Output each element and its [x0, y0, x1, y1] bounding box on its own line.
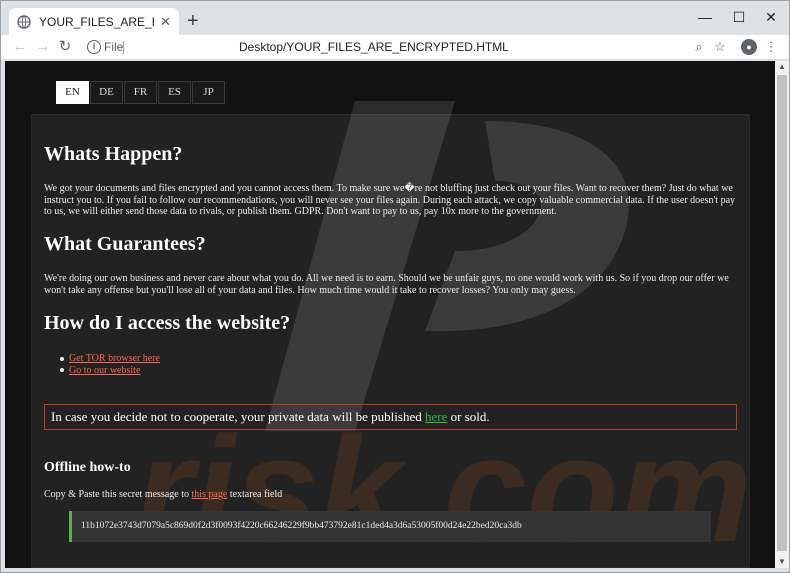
copy-instructions: Copy & Paste this secret message to this…	[44, 489, 282, 500]
scroll-up-arrow-icon[interactable]: ▲	[775, 61, 789, 73]
profile-avatar-icon[interactable]: ●	[741, 39, 757, 55]
back-arrow-icon[interactable]: ←	[11, 38, 29, 56]
copy-text-start: Copy & Paste this secret message to	[44, 489, 192, 500]
list-item: Get TOR browser here	[60, 353, 160, 365]
access-links-list: Get TOR browser here Go to our website	[60, 353, 160, 376]
heading-whats-happen: Whats Happen?	[44, 143, 183, 165]
publish-warning-box: In case you decide not to cooperate, you…	[44, 404, 737, 430]
bullet-icon	[60, 368, 64, 373]
globe-icon	[17, 14, 31, 29]
address-scheme: File	[104, 40, 124, 54]
forward-arrow-icon[interactable]: →	[34, 38, 52, 56]
browser-toolbar: ← → ↻ i File Desktop/YOUR_FILES_ARE_ENCR…	[1, 35, 789, 60]
bullet-icon	[60, 356, 64, 361]
zoom-icon[interactable]: ⌕	[691, 39, 707, 55]
secret-message-block[interactable]: 11b1072e3743d7079a5c869d0f2d3f0093f4220c…	[69, 511, 711, 542]
language-selector: EN DE FR ES JP	[56, 81, 226, 104]
published-data-link[interactable]: here	[425, 409, 447, 424]
lang-button-jp[interactable]: JP	[192, 81, 225, 104]
lang-button-de[interactable]: DE	[90, 81, 123, 104]
website-link[interactable]: Go to our website	[69, 365, 140, 377]
paragraph-whats-happen: We got your documents and files encrypte…	[44, 183, 736, 217]
new-tab-button[interactable]: +	[187, 11, 199, 31]
tab-strip: YOUR_FILES_ARE_ENCRYPTED.HT ✕ + — ☐ ✕	[1, 1, 789, 35]
address-separator	[123, 41, 124, 54]
info-icon[interactable]: i	[87, 40, 101, 54]
list-item: Go to our website	[60, 365, 160, 377]
bookmark-star-icon[interactable]: ☆	[712, 39, 728, 55]
page-viewport: EN DE FR ES JP risk.com Whats Happen? We…	[5, 61, 775, 568]
address-url[interactable]: Desktop/YOUR_FILES_ARE_ENCRYPTED.HTML	[239, 40, 509, 54]
minimize-icon[interactable]: —	[697, 9, 713, 25]
page-scrollbar[interactable]: ▲ ▼	[775, 61, 789, 568]
warning-text-end: or sold.	[447, 409, 490, 424]
lang-button-en[interactable]: EN	[56, 81, 89, 104]
close-window-icon[interactable]: ✕	[763, 9, 779, 25]
scrollbar-thumb[interactable]	[777, 75, 787, 551]
reload-icon[interactable]: ↻	[56, 38, 74, 56]
lang-button-es[interactable]: ES	[158, 81, 191, 104]
heading-offline-howto: Offline how-to	[44, 460, 131, 475]
tab-title: YOUR_FILES_ARE_ENCRYPTED.HT	[39, 14, 154, 29]
copy-text-end: textarea field	[227, 489, 283, 500]
heading-guarantees: What Guarantees?	[44, 233, 206, 255]
scroll-down-arrow-icon[interactable]: ▼	[775, 556, 789, 568]
paragraph-guarantees: We're doing our own business and never c…	[44, 273, 729, 296]
warning-text-start: In case you decide not to cooperate, you…	[51, 409, 425, 424]
this-page-link[interactable]: this page	[191, 489, 227, 500]
tab-close-icon[interactable]: ✕	[160, 15, 171, 28]
lang-button-fr[interactable]: FR	[124, 81, 157, 104]
maximize-icon[interactable]: ☐	[731, 9, 747, 25]
browser-tab[interactable]: YOUR_FILES_ARE_ENCRYPTED.HT ✕	[9, 8, 179, 35]
address-bar[interactable]: i File Desktop/YOUR_FILES_ARE_ENCRYPTED.…	[81, 36, 711, 59]
browser-window: YOUR_FILES_ARE_ENCRYPTED.HT ✕ + — ☐ ✕ ← …	[0, 0, 790, 573]
menu-dots-icon[interactable]: ⋮	[763, 39, 779, 55]
heading-access-website: How do I access the website?	[44, 312, 291, 334]
tor-browser-link[interactable]: Get TOR browser here	[69, 353, 160, 365]
